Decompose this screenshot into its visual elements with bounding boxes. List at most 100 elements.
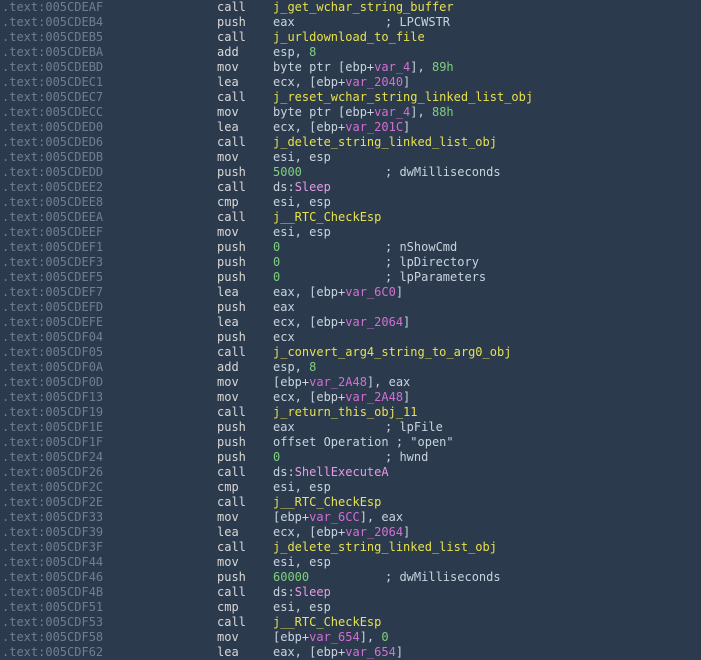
function-reference[interactable]: j_convert_arg4_string_to_arg0_obj: [273, 345, 511, 359]
stack-variable[interactable]: var_6C0: [345, 285, 396, 299]
address[interactable]: .text:005CDEB5: [2, 30, 103, 45]
listing-row[interactable]: .text:005CDF1F push offset Operation ; "op…: [0, 435, 701, 450]
stack-variable[interactable]: var_6CC: [309, 510, 360, 524]
api-import-reference[interactable]: ShellExecuteA: [295, 465, 389, 479]
stack-variable[interactable]: var_2064: [345, 315, 403, 329]
function-reference[interactable]: j__RTC_CheckEsp: [273, 615, 381, 629]
address[interactable]: .text:005CDF39: [2, 525, 103, 540]
api-import-reference[interactable]: Sleep: [295, 585, 331, 599]
listing-row[interactable]: .text:005CDF44 mov esi, esp: [0, 555, 701, 570]
address[interactable]: .text:005CDF53: [2, 615, 103, 630]
address[interactable]: .text:005CDEBA: [2, 45, 103, 60]
address[interactable]: .text:005CDEB4: [2, 15, 103, 30]
listing-row[interactable]: .text:005CDEE2 call ds:Sleep: [0, 180, 701, 195]
listing-row[interactable]: .text:005CDF1E push eax ; lpFile: [0, 420, 701, 435]
address[interactable]: .text:005CDF4B: [2, 585, 103, 600]
listing-row[interactable]: .text:005CDEF1 push 0 ; nShowCmd: [0, 240, 701, 255]
address[interactable]: .text:005CDF3F: [2, 540, 103, 555]
listing-row[interactable]: .text:005CDF2C cmp esi, esp: [0, 480, 701, 495]
address[interactable]: .text:005CDEAF: [2, 0, 103, 15]
address[interactable]: .text:005CDEBD: [2, 60, 103, 75]
stack-variable[interactable]: var_2A48: [309, 375, 367, 389]
function-reference[interactable]: j_get_wchar_string_buffer: [273, 0, 454, 14]
listing-row[interactable]: .text:005CDEF5 push 0 ; lpParameters: [0, 270, 701, 285]
address[interactable]: .text:005CDEE8: [2, 195, 103, 210]
listing-row[interactable]: .text:005CDF3F call j_delete_string_linked…: [0, 540, 701, 555]
listing-row[interactable]: .text:005CDEB4 push eax ; LPCWSTR: [0, 15, 701, 30]
address[interactable]: .text:005CDEC1: [2, 75, 103, 90]
function-reference[interactable]: j_return_this_obj_11: [273, 405, 418, 419]
address[interactable]: .text:005CDEEA: [2, 210, 103, 225]
address[interactable]: .text:005CDEDD: [2, 165, 103, 180]
address[interactable]: .text:005CDEFD: [2, 300, 103, 315]
listing-row[interactable]: .text:005CDF33 mov [ebp+var_6CC], eax: [0, 510, 701, 525]
stack-variable[interactable]: var_201C: [345, 120, 403, 134]
address[interactable]: .text:005CDEDB: [2, 150, 103, 165]
function-reference[interactable]: j_delete_string_linked_list_obj: [273, 540, 497, 554]
listing-row[interactable]: .text:005CDEDD push 5000 ; dwMilliseconds: [0, 165, 701, 180]
stack-variable[interactable]: var_2040: [345, 75, 403, 89]
listing-row[interactable]: .text:005CDF04 push ecx: [0, 330, 701, 345]
address[interactable]: .text:005CDF2E: [2, 495, 103, 510]
address[interactable]: .text:005CDF51: [2, 600, 103, 615]
listing-row[interactable]: .text:005CDEF7 lea eax, [ebp+var_6C0]: [0, 285, 701, 300]
stack-variable[interactable]: var_654: [345, 645, 396, 659]
listing-row[interactable]: .text:005CDF0D mov [ebp+var_2A48], eax: [0, 375, 701, 390]
listing-row[interactable]: .text:005CDED6 call j_delete_string_linked…: [0, 135, 701, 150]
address[interactable]: .text:005CDF13: [2, 390, 103, 405]
api-import-reference[interactable]: Sleep: [295, 180, 331, 194]
listing-row[interactable]: .text:005CDF62 lea eax, [ebp+var_654]: [0, 645, 701, 660]
listing-row[interactable]: .text:005CDF26 call ds:ShellExecuteA: [0, 465, 701, 480]
address[interactable]: .text:005CDEF3: [2, 255, 103, 270]
stack-variable[interactable]: var_654: [309, 630, 360, 644]
address[interactable]: .text:005CDF24: [2, 450, 103, 465]
function-reference[interactable]: j_reset_wchar_string_linked_list_obj: [273, 90, 533, 104]
address[interactable]: .text:005CDF33: [2, 510, 103, 525]
address[interactable]: .text:005CDEF7: [2, 285, 103, 300]
address[interactable]: .text:005CDF2C: [2, 480, 103, 495]
address[interactable]: .text:005CDF19: [2, 405, 103, 420]
address[interactable]: .text:005CDF58: [2, 630, 103, 645]
listing-row[interactable]: .text:005CDF0A add esp, 8: [0, 360, 701, 375]
address[interactable]: .text:005CDF1E: [2, 420, 103, 435]
listing-row[interactable]: .text:005CDF24 push 0 ; hwnd: [0, 450, 701, 465]
address[interactable]: .text:005CDEFE: [2, 315, 103, 330]
stack-variable[interactable]: var_2A48: [345, 390, 403, 404]
address[interactable]: .text:005CDEC7: [2, 90, 103, 105]
function-reference[interactable]: j__RTC_CheckEsp: [273, 495, 381, 509]
stack-variable[interactable]: var_4: [374, 105, 410, 119]
function-reference[interactable]: j__RTC_CheckEsp: [273, 210, 381, 224]
listing-row[interactable]: .text:005CDEFD push eax: [0, 300, 701, 315]
address[interactable]: .text:005CDF44: [2, 555, 103, 570]
listing-row[interactable]: .text:005CDEC1 lea ecx, [ebp+var_2040]: [0, 75, 701, 90]
listing-row[interactable]: .text:005CDEB5 call j_urldownload_to_file: [0, 30, 701, 45]
address[interactable]: .text:005CDED6: [2, 135, 103, 150]
listing-row[interactable]: .text:005CDF51 cmp esi, esp: [0, 600, 701, 615]
listing-row[interactable]: .text:005CDF58 mov [ebp+var_654], 0: [0, 630, 701, 645]
address[interactable]: .text:005CDF26: [2, 465, 103, 480]
address[interactable]: .text:005CDF62: [2, 645, 103, 660]
address[interactable]: .text:005CDECC: [2, 105, 103, 120]
address[interactable]: .text:005CDEF5: [2, 270, 103, 285]
listing-row[interactable]: .text:005CDEFE lea ecx, [ebp+var_2064]: [0, 315, 701, 330]
listing-row[interactable]: .text:005CDEF3 push 0 ; lpDirectory: [0, 255, 701, 270]
listing-row[interactable]: .text:005CDF39 lea ecx, [ebp+var_2064]: [0, 525, 701, 540]
listing-row[interactable]: .text:005CDEEA call j__RTC_CheckEsp: [0, 210, 701, 225]
listing-row[interactable]: .text:005CDF05 call j_convert_arg4_string_…: [0, 345, 701, 360]
address[interactable]: .text:005CDF0D: [2, 375, 103, 390]
function-reference[interactable]: j_urldownload_to_file: [273, 30, 425, 44]
listing-row[interactable]: .text:005CDECC mov byte ptr [ebp+var_4], 8…: [0, 105, 701, 120]
address[interactable]: .text:005CDF05: [2, 345, 103, 360]
listing-row[interactable]: .text:005CDF4B call ds:Sleep: [0, 585, 701, 600]
listing-row[interactable]: .text:005CDF53 call j__RTC_CheckEsp: [0, 615, 701, 630]
listing-row[interactable]: .text:005CDF19 call j_return_this_obj_11: [0, 405, 701, 420]
listing-row[interactable]: .text:005CDF2E call j__RTC_CheckEsp: [0, 495, 701, 510]
address[interactable]: .text:005CDF0A: [2, 360, 103, 375]
listing-row[interactable]: .text:005CDEC7 call j_reset_wchar_string_l…: [0, 90, 701, 105]
listing-row[interactable]: .text:005CDEE8 cmp esi, esp: [0, 195, 701, 210]
address[interactable]: .text:005CDF04: [2, 330, 103, 345]
address[interactable]: .text:005CDF46: [2, 570, 103, 585]
function-reference[interactable]: j_delete_string_linked_list_obj: [273, 135, 497, 149]
listing-row[interactable]: .text:005CDEAF call j_get_wchar_string_buf…: [0, 0, 701, 15]
disassembly-listing[interactable]: .text:005CDEAF call j_get_wchar_string_buf…: [0, 0, 701, 660]
